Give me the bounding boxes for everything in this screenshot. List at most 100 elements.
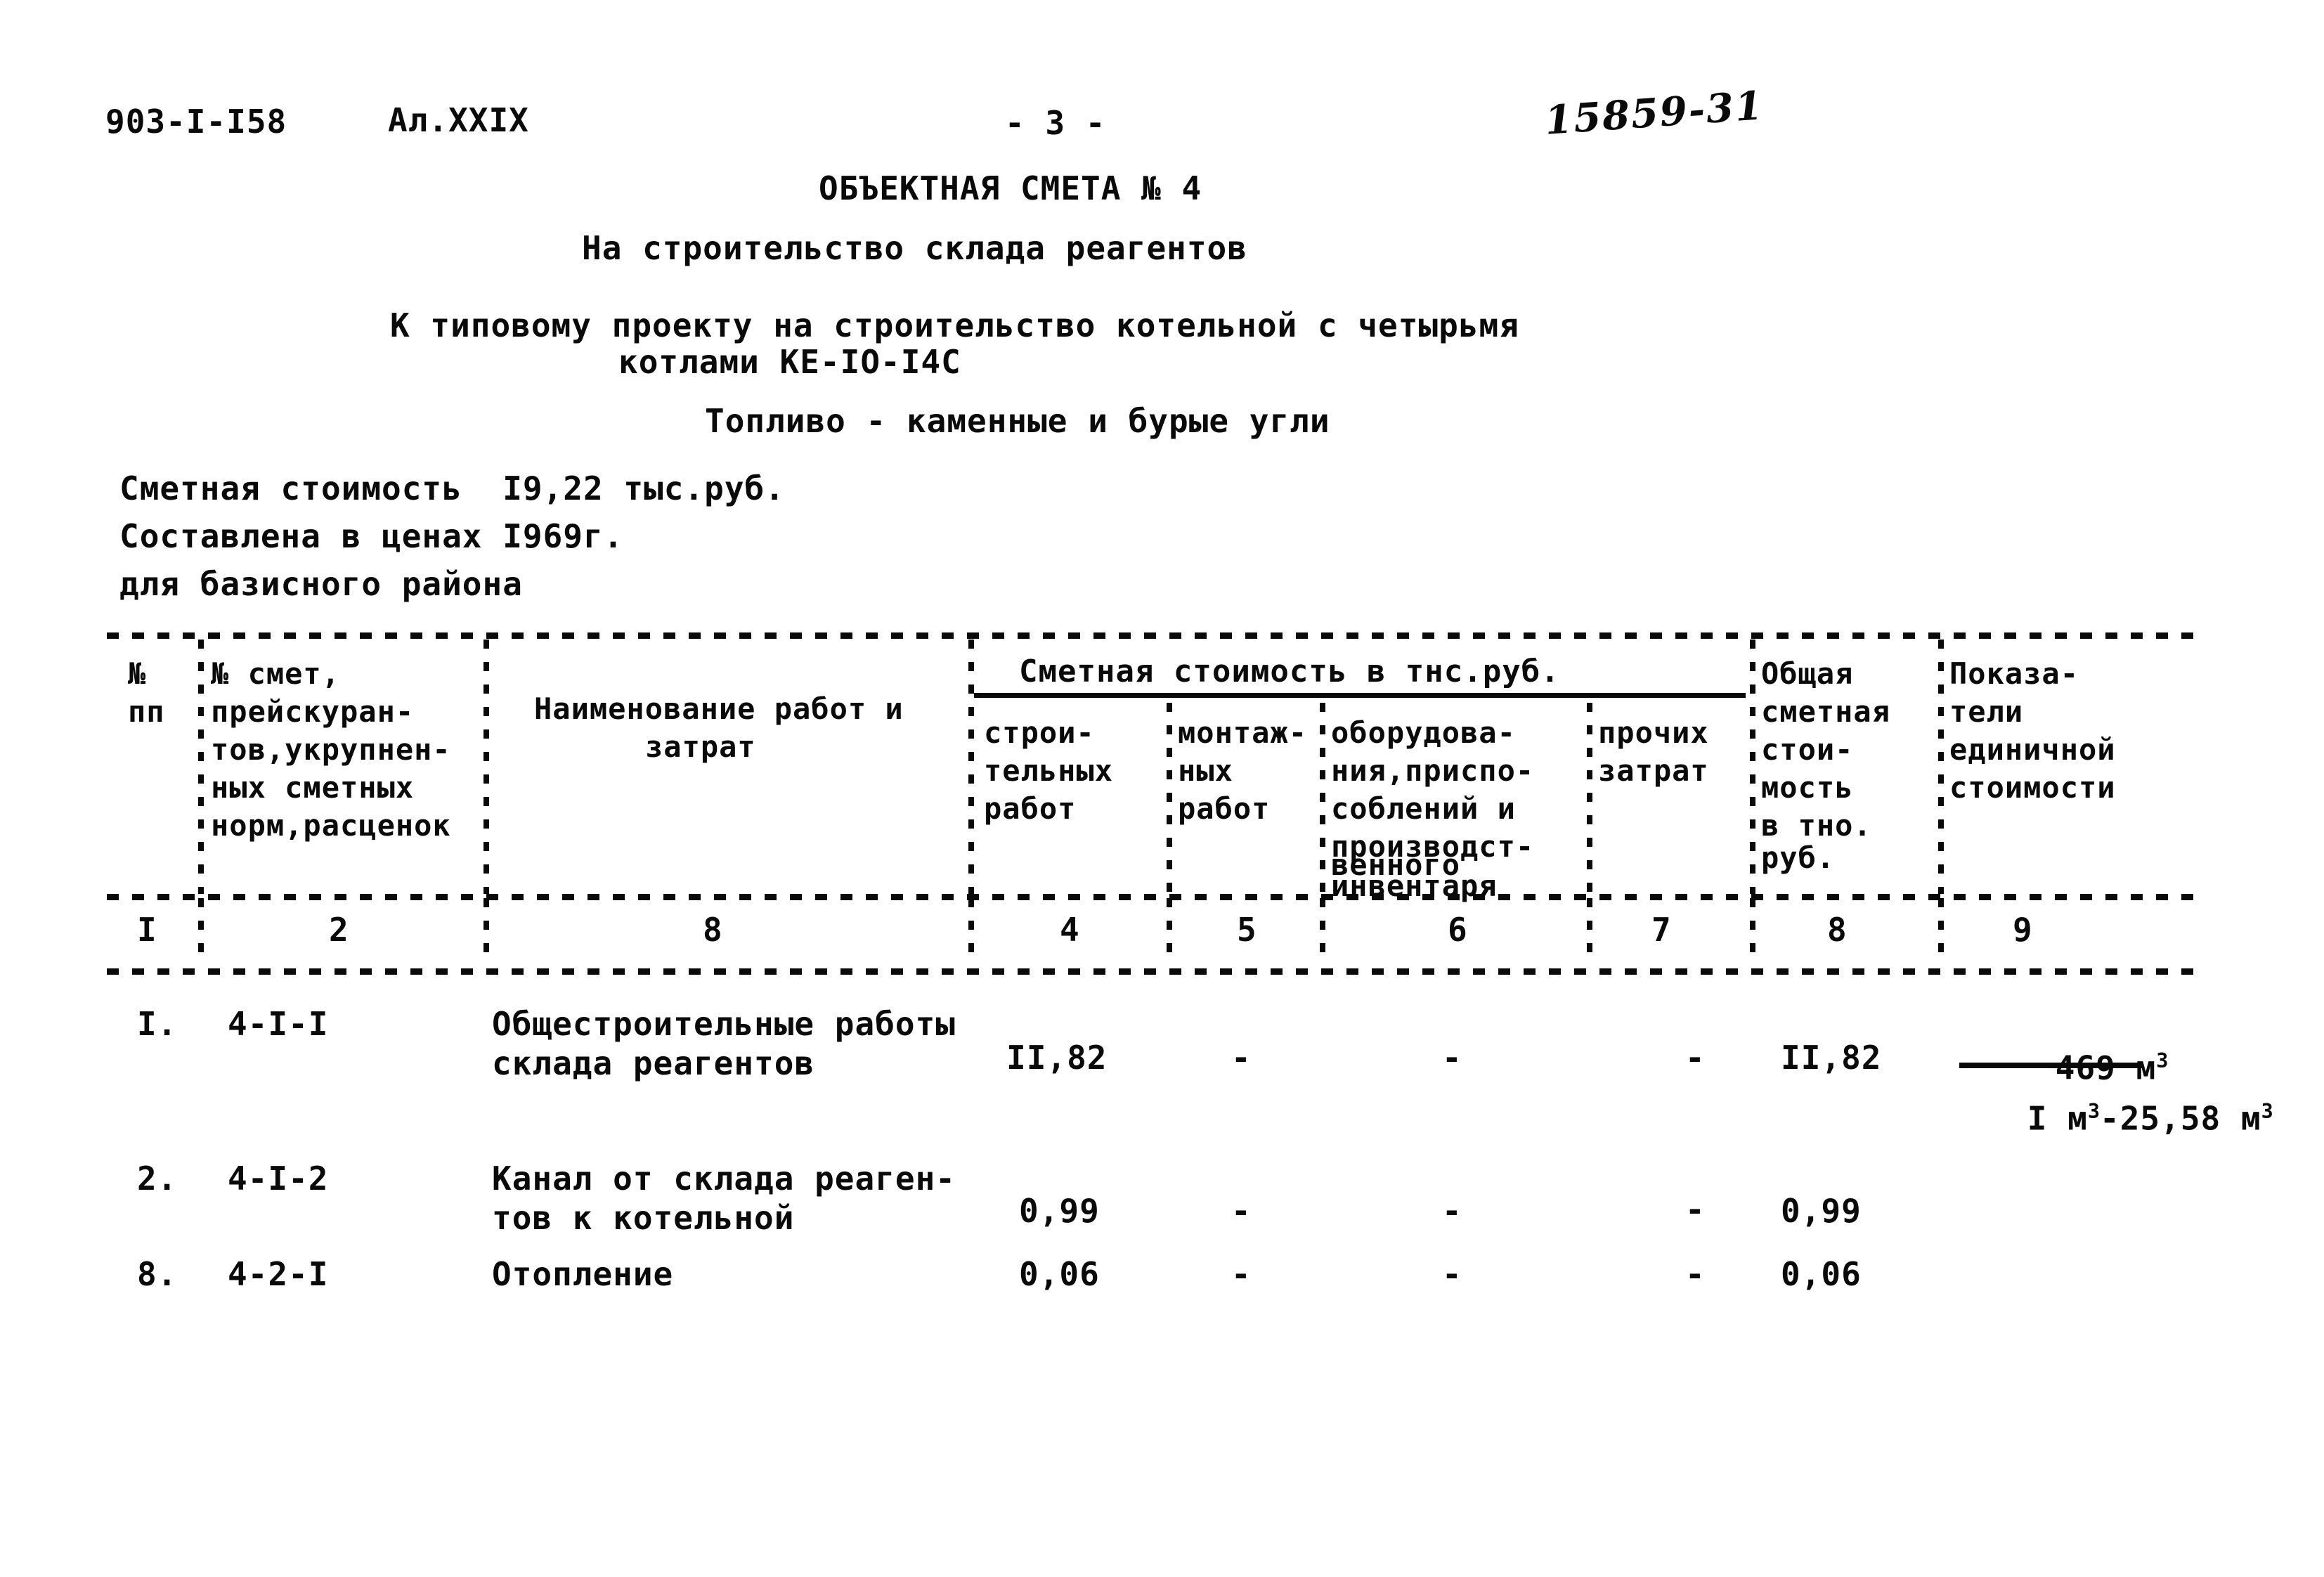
row-3-equipment: - [1442, 1255, 1462, 1293]
album-label: Ал.XXIX [388, 101, 529, 139]
table-top-rule [107, 632, 2194, 639]
row-1-unit-denominator-b-exponent: 3 [2261, 1100, 2273, 1123]
col-number-3: 8 [703, 911, 723, 949]
col-header-4-line-0: строи- [984, 715, 1095, 750]
col-header-2-line-1: прейскуран- [211, 694, 415, 729]
row-1-name-line-1: Общестроительные работы [492, 1005, 956, 1043]
col-header-3-line-1: затрат [645, 729, 756, 764]
page-number: - 3 - [1005, 104, 1106, 142]
col-number-7: 7 [1651, 911, 1672, 949]
col-header-6-line-0: оборудова- [1331, 715, 1516, 750]
col-sep-6-num [1587, 898, 1592, 966]
col-number-4: 4 [1060, 911, 1080, 949]
row-1-construction: II,82 [1006, 1039, 1108, 1077]
col-header-5-line-2: работ [1178, 791, 1271, 826]
document-page: 903-I-I58 Ал.XXIX - 3 - 15859-31 ОБЪЕКТН… [0, 0, 2324, 1577]
col-header-8-line-4: в тно. [1761, 808, 1872, 843]
col-header-9-line-1: тели [1949, 694, 2024, 729]
col-sep-5 [1320, 703, 1325, 894]
row-1-code: 4-I-I [228, 1005, 329, 1043]
row-1-unit-denominator-a-exponent: 3 [2087, 1100, 2101, 1123]
col-header-4-line-1: тельных [984, 753, 1114, 788]
col-header-7-line-0: прочих [1598, 715, 1709, 750]
col-header-8-line-5: руб. [1761, 841, 1836, 875]
estimate-cost-line: Сметная стоимость I9,22 тыс.руб. [119, 469, 785, 507]
col-header-6-line-5: инвентаря [1331, 869, 1498, 903]
col-header-9-line-3: стоимости [1949, 770, 2116, 805]
col-header-2-line-3: ных сметных [211, 770, 415, 805]
col-sep-6 [1587, 703, 1592, 894]
col-number-9: 9 [2013, 911, 2033, 949]
row-1-no: I. [137, 1005, 178, 1043]
row-3-code: 4-2-I [228, 1255, 329, 1293]
col-sep-3-num [968, 898, 974, 966]
col-header-8-line-3: мость [1761, 770, 1854, 805]
col-sep-1-num [198, 898, 204, 966]
row-1-unit-denominator-b: -25,58 м [2100, 1099, 2261, 1138]
row-3-name-line-1: Отопление [492, 1255, 674, 1293]
row-2-other: - [1685, 1190, 1706, 1228]
col-header-1-line-1: пп [128, 694, 165, 729]
row-3-installation: - [1231, 1255, 1252, 1293]
col-sep-5-num [1320, 898, 1325, 966]
col-header-5-line-0: монтаж- [1178, 715, 1308, 750]
col-header-1-line-0: № [128, 656, 147, 691]
col-sep-8-num [1938, 898, 1944, 966]
row-1-other: - [1685, 1039, 1706, 1077]
reference-line-1: К типовому проекту на строительство коте… [390, 306, 1519, 344]
row-2-total: 0,99 [1781, 1192, 1862, 1230]
col-header-6-line-1: ния,приспо- [1331, 753, 1535, 788]
row-1-equipment: - [1442, 1039, 1462, 1077]
row-2-code: 4-I-2 [228, 1160, 329, 1198]
fuel-line: Топливо - каменные и бурые угли [705, 402, 1330, 440]
col-header-2-line-4: норм,расценок [211, 808, 451, 843]
row-1-installation: - [1231, 1039, 1252, 1077]
col-header-2-line-0: № смет, [211, 656, 341, 691]
col-header-8-line-0: Общая [1761, 656, 1854, 691]
col-number-2: 2 [329, 911, 349, 949]
subtitle: На строительство склада реагентов [582, 229, 1247, 267]
region-line: для базисного района [119, 565, 523, 603]
col-header-7-line-1: затрат [1598, 753, 1709, 788]
col-sep-3 [968, 640, 974, 894]
col-sep-7 [1750, 640, 1755, 894]
table-header-bottom-rule [107, 894, 2194, 900]
col-header-5-line-1: ных [1178, 753, 1233, 788]
reference-line-2: котлами КЕ-IО-I4С [618, 343, 961, 381]
col-number-1: I [137, 911, 157, 949]
page-title: ОБЪЕКТНАЯ СМЕТА № 4 [819, 169, 1202, 207]
row-2-installation: - [1231, 1192, 1252, 1230]
archive-number-handwritten: 15859-31 [1543, 82, 1765, 144]
row-2-equipment: - [1442, 1192, 1462, 1230]
col-sep-1 [198, 640, 204, 894]
col-header-4-line-2: работ [984, 791, 1077, 826]
col-header-2-line-2: тов,укрупнен- [211, 732, 451, 767]
row-3-construction: 0,06 [1019, 1255, 1100, 1293]
col-sep-4 [1167, 703, 1172, 894]
project-code: 903-I-I58 [105, 103, 287, 141]
row-1-total: II,82 [1781, 1039, 1882, 1077]
col-header-9-line-2: единичной [1949, 732, 2116, 767]
col-number-5: 5 [1237, 911, 1257, 949]
col-sep-2 [483, 640, 489, 894]
row-1-unit-denominator: I м3-25,58 м3 [1947, 1070, 2273, 1167]
row-2-no: 2. [137, 1160, 178, 1198]
col-number-6: 6 [1448, 911, 1468, 949]
col-header-3-line-0: Наименование работ и [534, 692, 904, 726]
table-numbers-bottom-rule [107, 968, 2194, 975]
row-2-name-line-1: Канал от склада реаген- [492, 1160, 956, 1198]
col-header-8-line-2: стои- [1761, 732, 1854, 767]
col-header-9-line-0: Показа- [1949, 656, 2079, 691]
col-header-8-line-1: сметная [1761, 694, 1891, 729]
col-number-8: 8 [1827, 911, 1848, 949]
row-1-unit-denominator-a: I м [2027, 1099, 2088, 1138]
group-header-cost: Сметная стоимость в тнс.руб. [1019, 654, 1560, 689]
row-3-other: - [1685, 1255, 1706, 1293]
row-2-name-line-2: тов к котельной [492, 1199, 795, 1237]
group-header-underline [974, 693, 1746, 698]
col-sep-7-num [1750, 898, 1755, 966]
col-sep-8 [1938, 640, 1944, 894]
col-sep-2-num [483, 898, 489, 966]
col-header-6-line-2: соблений и [1331, 791, 1516, 826]
row-3-total: 0,06 [1781, 1255, 1862, 1293]
